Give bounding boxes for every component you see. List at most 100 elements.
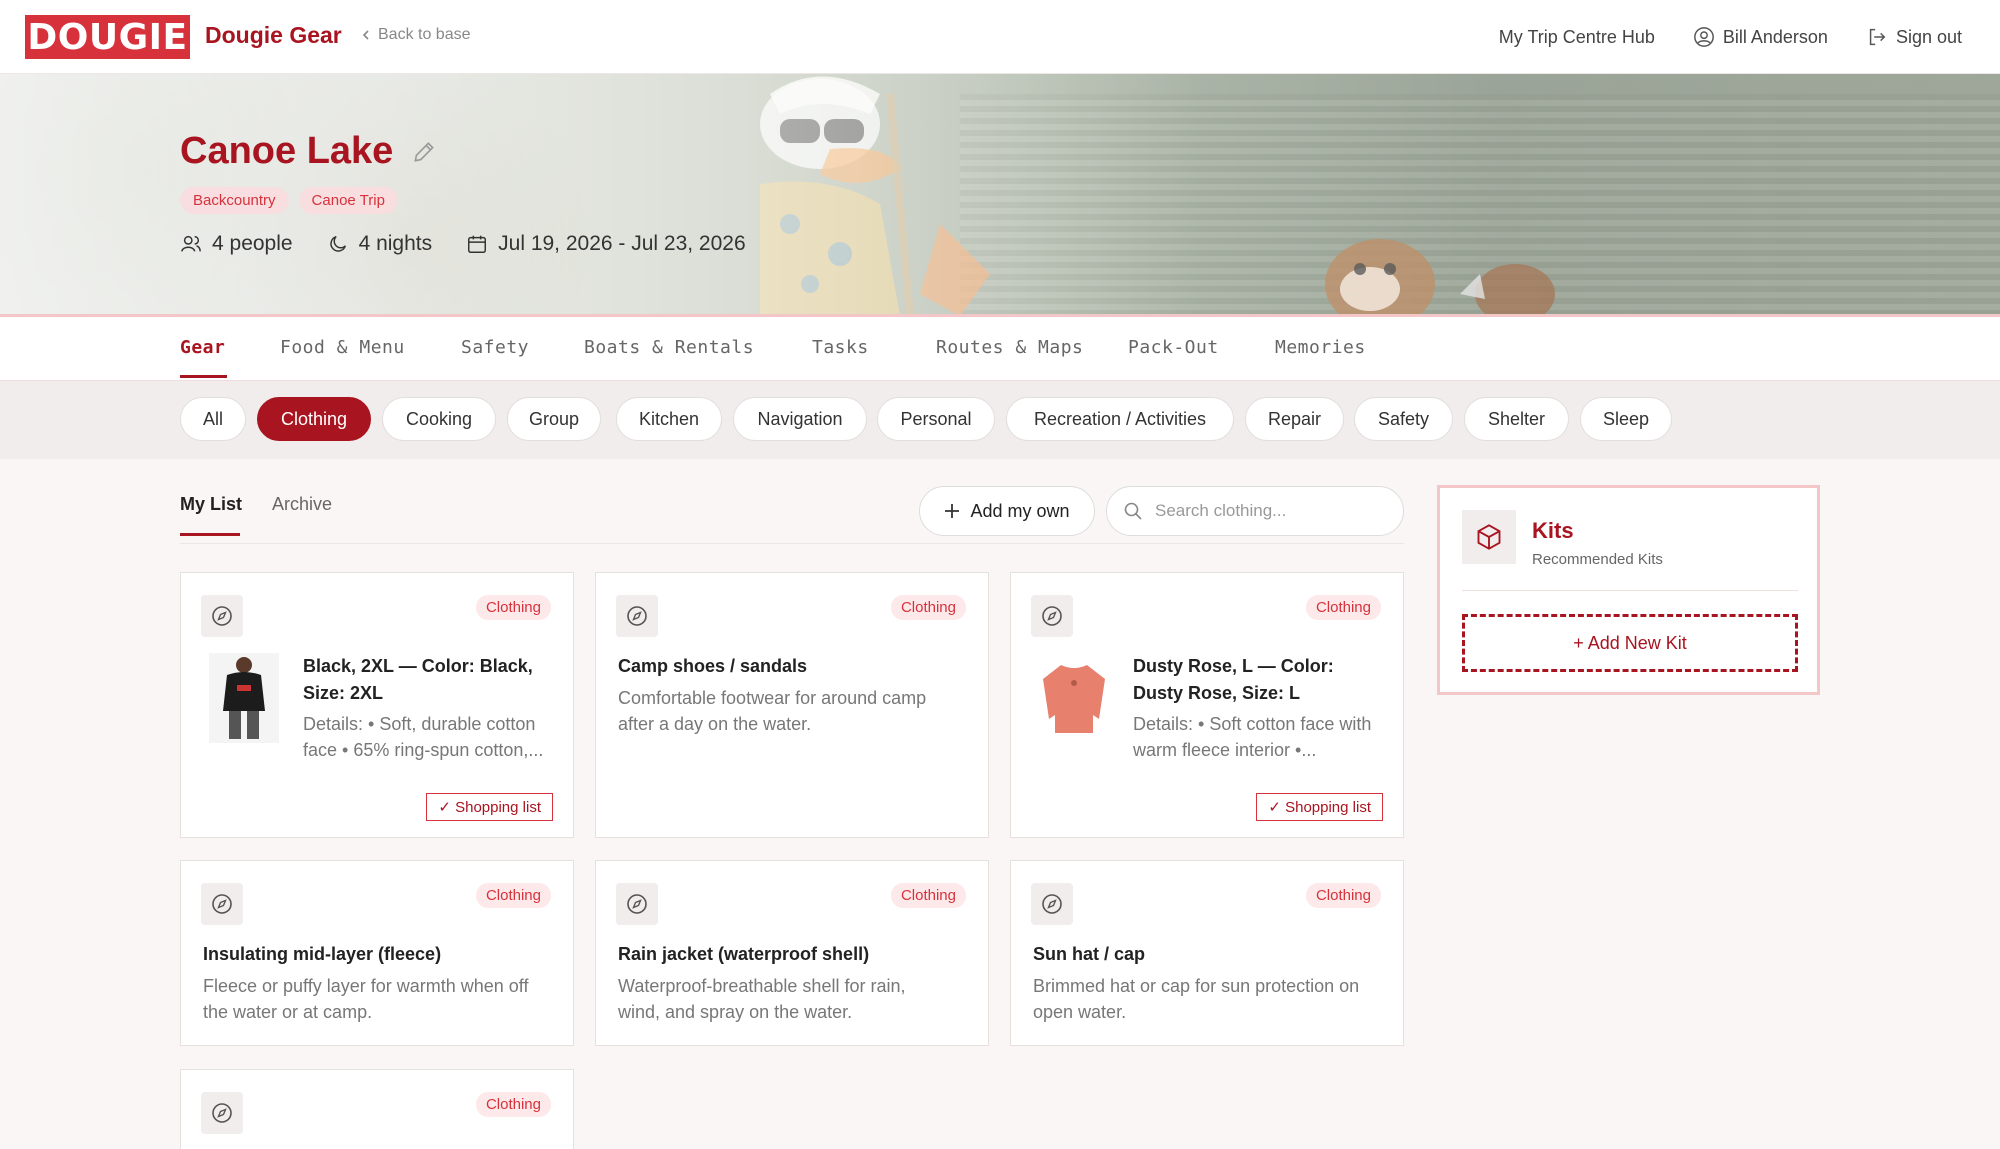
category-badge: Clothing (1305, 883, 1381, 908)
category-filter-bar: All Clothing Cooking Group Kitchen Navig… (0, 381, 2000, 459)
category-pill-group[interactable]: Group (507, 397, 601, 441)
add-my-own-label: Add my own (970, 500, 1070, 521)
category-badge: Clothing (475, 595, 551, 620)
user-profile-link[interactable]: Bill Anderson (1693, 26, 1828, 48)
trip-tags: Backcountry Canoe Trip (180, 187, 398, 214)
kits-panel: Kits Recommended Kits + Add New Kit (1437, 485, 1820, 695)
sign-out-link[interactable]: Sign out (1866, 26, 1962, 48)
compass-icon-box (1031, 595, 1073, 637)
compass-icon-box (201, 1092, 243, 1134)
compass-icon (1042, 894, 1062, 914)
category-pill-clothing[interactable]: Clothing (257, 397, 371, 441)
category-pill-navigation[interactable]: Navigation (733, 397, 867, 441)
search-icon (1124, 502, 1142, 520)
gear-card[interactable]: Clothing Black, 2XL — Color: Black, Size… (180, 572, 574, 838)
trip-meta: 4 people 4 nights Jul 19, 2026 - Jul 23,… (180, 232, 746, 256)
gear-card[interactable]: Clothing Dusty Rose, L — Color: Dusty Ro… (1010, 572, 1404, 838)
compass-icon-box (201, 595, 243, 637)
category-pill-kitchen[interactable]: Kitchen (616, 397, 722, 441)
trip-nights: 4 nights (327, 232, 432, 256)
card-description: Details: • Soft, durable cotton face • 6… (303, 714, 544, 760)
tab-archive[interactable]: Archive (272, 494, 332, 515)
card-description: Fleece or puffy layer for warmth when of… (203, 976, 529, 1022)
tab-food-menu[interactable]: Food & Menu (280, 337, 405, 358)
chevron-left-icon (362, 30, 369, 40)
logo[interactable]: DOUGIE (25, 15, 190, 59)
tab-memories[interactable]: Memories (1275, 337, 1366, 358)
category-pill-personal[interactable]: Personal (877, 397, 995, 441)
user-name: Bill Anderson (1722, 26, 1828, 47)
gear-card[interactable]: Clothing Camp shoes / sandals Comfortabl… (595, 572, 989, 838)
calendar-icon (468, 235, 487, 253)
card-description: Details: • Soft cotton face with warm fl… (1133, 714, 1372, 760)
back-label: Back to base (378, 26, 471, 43)
category-pill-recreation[interactable]: Recreation / Activities (1006, 397, 1234, 441)
pencil-icon[interactable] (411, 139, 437, 165)
box-icon (1477, 524, 1501, 550)
gear-card[interactable]: Clothing Sun hat / cap Brimmed hat or ca… (1010, 860, 1404, 1046)
trip-dates-text: Jul 19, 2026 - Jul 23, 2026 (498, 232, 746, 255)
category-badge: Clothing (890, 883, 966, 908)
category-badge: Clothing (890, 595, 966, 620)
tab-tasks[interactable]: Tasks (812, 337, 869, 358)
card-title: Dusty Rose, L — Color: Dusty Rose, Size:… (1133, 656, 1334, 703)
tab-my-list[interactable]: My List (180, 494, 242, 515)
compass-icon (212, 894, 232, 914)
plus-icon (945, 504, 960, 518)
trip-hub-link[interactable]: My Trip Centre Hub (1499, 27, 1655, 48)
search-box (1106, 486, 1404, 536)
shopping-list-button[interactable]: ✓ Shopping list (1256, 793, 1383, 821)
active-tab-indicator (180, 375, 227, 378)
sign-out-label: Sign out (1895, 26, 1962, 47)
compass-icon-box (1031, 883, 1073, 925)
category-pill-shelter[interactable]: Shelter (1464, 397, 1569, 441)
top-bar: DOUGIE Dougie Gear Back to base My Trip … (0, 0, 2000, 74)
tab-pack-out[interactable]: Pack-Out (1128, 337, 1219, 358)
card-description: Brimmed hat or cap for sun protection on… (1033, 976, 1360, 1022)
trip-dates: Jul 19, 2026 - Jul 23, 2026 (466, 232, 746, 256)
kits-divider (1462, 590, 1798, 591)
back-link[interactable]: Back to base (360, 26, 471, 44)
trip-title: Canoe Lake (180, 130, 437, 173)
gear-card[interactable]: Clothing Rain jacket (waterproof shell) … (595, 860, 989, 1046)
gear-card[interactable]: Clothing Insulating mid-layer (fleece) F… (180, 860, 574, 1046)
compass-icon-box (616, 595, 658, 637)
tab-routes-maps[interactable]: Routes & Maps (936, 337, 1083, 358)
category-badge: Clothing (1305, 595, 1381, 620)
tab-gear[interactable]: Gear (180, 337, 225, 358)
users-icon (181, 235, 201, 252)
tab-boats-rentals[interactable]: Boats & Rentals (584, 337, 754, 358)
shopping-list-button[interactable]: ✓ Shopping list (426, 793, 553, 821)
brand-name[interactable]: Dougie Gear (205, 22, 342, 49)
gear-card[interactable]: Clothing (180, 1069, 574, 1149)
add-new-kit-button[interactable]: + Add New Kit (1462, 614, 1798, 672)
tab-safety[interactable]: Safety (461, 337, 529, 358)
moon-icon (329, 235, 346, 252)
kit-icon-box (1462, 510, 1516, 564)
sign-out-icon (1869, 28, 1886, 46)
add-my-own-button[interactable]: Add my own (919, 486, 1095, 536)
compass-icon (212, 606, 232, 626)
active-list-tab-indicator (180, 533, 240, 536)
rose-sweatshirt-thumbnail (1039, 653, 1109, 743)
card-title: Sun hat / cap (1033, 944, 1146, 964)
category-pill-cooking[interactable]: Cooking (382, 397, 496, 441)
trip-hub-label: My Trip Centre Hub (1498, 26, 1655, 47)
category-pill-all[interactable]: All (180, 397, 246, 441)
kits-subtitle: Recommended Kits (1532, 551, 1663, 568)
compass-icon (627, 606, 647, 626)
category-pill-safety[interactable]: Safety (1354, 397, 1453, 441)
category-pill-repair[interactable]: Repair (1245, 397, 1344, 441)
black-hoodie-thumbnail (209, 653, 279, 743)
category-badge: Clothing (475, 1092, 551, 1117)
search-input[interactable] (1155, 501, 1385, 521)
category-pill-sleep[interactable]: Sleep (1580, 397, 1672, 441)
trip-tag: Canoe Trip (298, 187, 398, 214)
list-tabs-divider (180, 543, 1404, 544)
compass-icon-box (616, 883, 658, 925)
compass-icon-box (201, 883, 243, 925)
card-title: Camp shoes / sandals (618, 656, 808, 676)
compass-icon (1042, 606, 1062, 626)
card-title: Insulating mid-layer (fleece) (203, 944, 442, 964)
user-circle-icon (1693, 27, 1714, 47)
